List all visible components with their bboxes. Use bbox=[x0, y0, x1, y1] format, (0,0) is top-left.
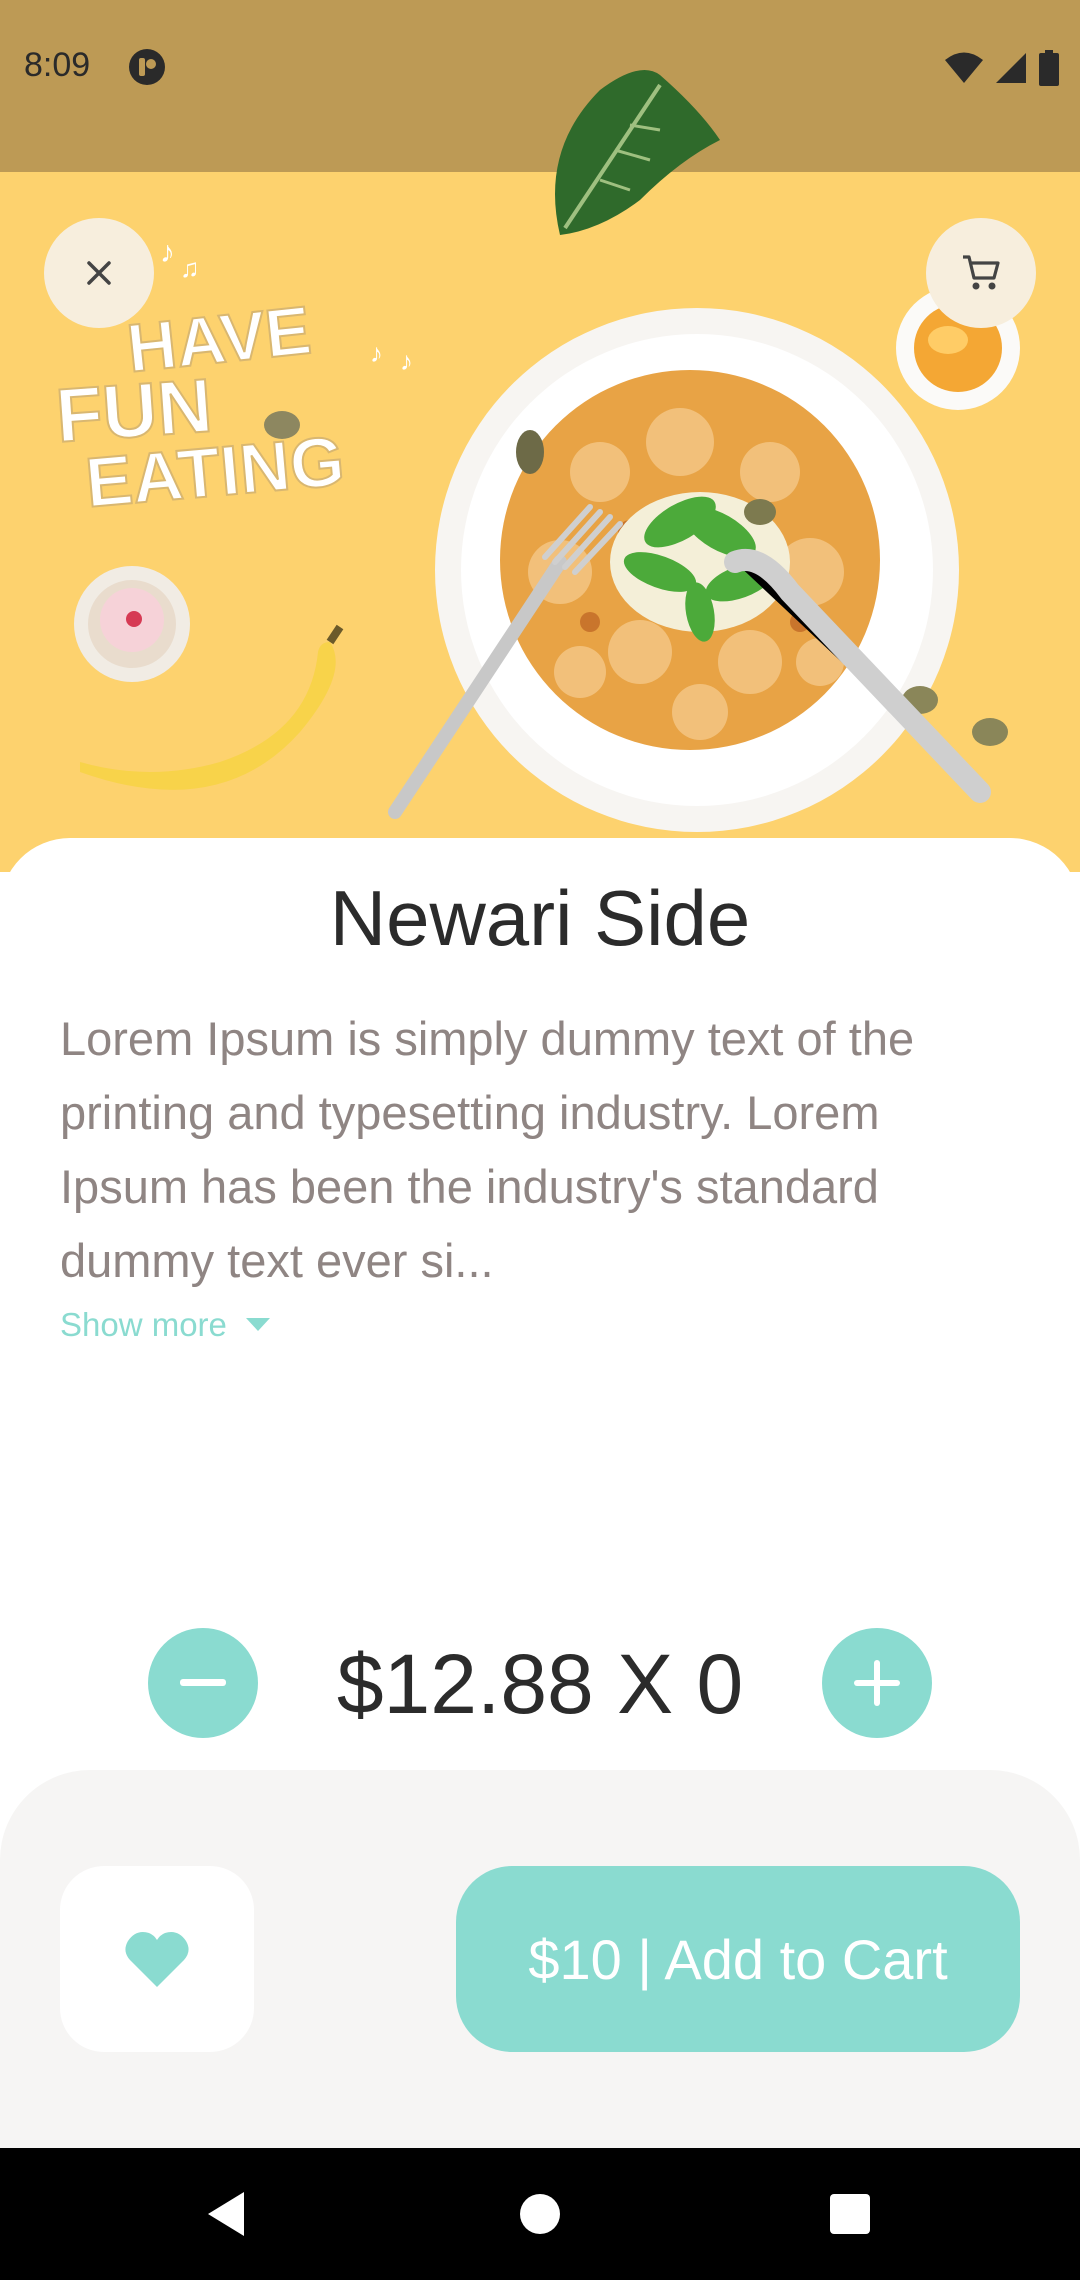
caret-down-icon bbox=[245, 1318, 270, 1331]
wifi-icon bbox=[945, 52, 983, 83]
product-description: Lorem Ipsum is simply dummy text of the … bbox=[60, 1012, 915, 1287]
heart-icon bbox=[125, 1932, 189, 1987]
svg-text:♪: ♪ bbox=[400, 346, 413, 376]
close-icon bbox=[87, 261, 111, 285]
quantity-row: $12.88 X 0 bbox=[0, 1628, 1080, 1738]
svg-text:♪: ♪ bbox=[160, 236, 175, 269]
add-to-cart-label: $10 | Add to Cart bbox=[528, 1927, 948, 1991]
close-button[interactable] bbox=[44, 218, 154, 328]
status-time: 8:09 bbox=[24, 46, 91, 84]
signal-icon bbox=[996, 53, 1026, 83]
home-circle-icon bbox=[520, 2194, 560, 2234]
minus-icon bbox=[180, 1679, 226, 1686]
plus-icon bbox=[854, 1660, 900, 1706]
home-button[interactable] bbox=[510, 2184, 570, 2244]
back-triangle-icon bbox=[208, 2192, 244, 2236]
price-quantity-text: $12.88 X 0 bbox=[336, 1637, 744, 1731]
decrease-quantity-button[interactable] bbox=[148, 1628, 258, 1738]
recents-button[interactable] bbox=[820, 2184, 880, 2244]
status-icons bbox=[944, 48, 1060, 88]
svg-text:♫: ♫ bbox=[180, 253, 200, 283]
svg-text:♪: ♪ bbox=[370, 338, 383, 368]
status-bar: 8:09 bbox=[0, 0, 1080, 172]
show-more-link[interactable]: Show more bbox=[60, 1302, 271, 1348]
system-navigation-bar bbox=[0, 2148, 1080, 2280]
hero-image: HAVE FUN EATING ♪ ♫ ♪ ♪ bbox=[0, 172, 1080, 872]
app-notification-icon bbox=[129, 49, 165, 85]
show-more-label: Show more bbox=[60, 1306, 227, 1343]
cart-icon bbox=[963, 255, 1000, 290]
add-to-cart-button[interactable]: $10 | Add to Cart bbox=[456, 1866, 1020, 2052]
battery-icon bbox=[1039, 50, 1059, 86]
cart-button[interactable] bbox=[926, 218, 1036, 328]
product-title: Newari Side bbox=[329, 874, 751, 962]
back-button[interactable] bbox=[196, 2184, 256, 2244]
increase-quantity-button[interactable] bbox=[822, 1628, 932, 1738]
recents-square-icon bbox=[830, 2194, 870, 2234]
favorite-button[interactable] bbox=[60, 1866, 254, 2052]
food-illustration: HAVE FUN EATING ♪ ♫ ♪ ♪ bbox=[52, 236, 1020, 832]
